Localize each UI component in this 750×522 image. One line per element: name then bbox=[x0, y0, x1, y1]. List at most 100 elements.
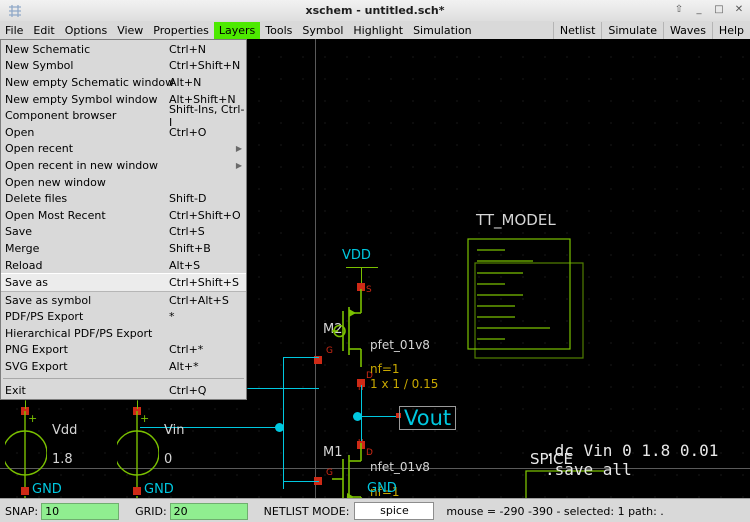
menu-entry-component-browser[interactable]: Component browser Shift-Ins, Ctrl-I bbox=[1, 103, 246, 129]
vin-source-name[interactable]: Vin bbox=[164, 423, 184, 438]
menu-simulate[interactable]: Simulate bbox=[601, 21, 663, 39]
tt-model-symbol[interactable] bbox=[465, 234, 590, 364]
file-menu-dropdown[interactable]: New Schematic Ctrl+N New Symbol Ctrl+Shi… bbox=[0, 39, 247, 401]
vin-source-value[interactable]: 0 bbox=[164, 452, 172, 467]
nmos-model-label[interactable]: nfet_01v8 bbox=[370, 460, 430, 474]
menu-entry-label: Open recent bbox=[5, 142, 74, 156]
net-label-vdd[interactable]: VDD bbox=[342, 248, 371, 263]
vdd-source-value[interactable]: 1.8 bbox=[52, 452, 73, 467]
minimize-button[interactable]: _ bbox=[692, 2, 706, 17]
menu-entry-accel: Ctrl+S bbox=[169, 225, 205, 239]
net-label-gnd-m1[interactable]: GND bbox=[367, 481, 397, 496]
pmos-symbol[interactable] bbox=[318, 289, 378, 379]
menu-entry-delete-files[interactable]: Delete files Shift-D bbox=[1, 190, 246, 207]
menu-entry-new-symbol[interactable]: New Symbol Ctrl+Shift+N bbox=[1, 58, 246, 75]
menu-entry-new-empty-schematic-window[interactable]: New empty Schematic window Alt+N bbox=[1, 74, 246, 91]
menu-netlist[interactable]: Netlist bbox=[552, 21, 601, 39]
menu-waves[interactable]: Waves bbox=[663, 21, 712, 39]
vout-branch-wire[interactable] bbox=[361, 416, 399, 417]
menu-entry-accel: Ctrl+N bbox=[169, 42, 207, 56]
menu-entry-accel: Ctrl+* bbox=[169, 343, 204, 357]
menu-edit[interactable]: Edit bbox=[28, 22, 59, 39]
netlist-mode-value[interactable]: spice bbox=[354, 502, 435, 520]
menu-entry-new-schematic[interactable]: New Schematic Ctrl+N bbox=[1, 41, 246, 58]
menu-entry-exit[interactable]: Exit Ctrl+Q bbox=[1, 382, 246, 399]
menu-simulation[interactable]: Simulation bbox=[408, 22, 477, 39]
menu-bar: File Edit Options View Properties Layers… bbox=[0, 21, 750, 40]
menu-bar-right: Netlist Simulate Waves Help bbox=[552, 21, 750, 39]
close-button[interactable]: ✕ bbox=[732, 2, 746, 17]
menu-layers[interactable]: Layers bbox=[213, 21, 261, 39]
menu-highlight[interactable]: Highlight bbox=[348, 22, 408, 39]
menu-symbol[interactable]: Symbol bbox=[297, 22, 348, 39]
menu-entry-accel: Ctrl+Q bbox=[169, 383, 207, 397]
menu-options[interactable]: Options bbox=[60, 22, 112, 39]
menu-entry-label: Open bbox=[5, 125, 35, 139]
menu-view[interactable]: View bbox=[112, 22, 148, 39]
menu-entry-save[interactable]: Save Ctrl+S bbox=[1, 224, 246, 241]
vdd-source-name[interactable]: Vdd bbox=[52, 423, 77, 438]
menu-entry-label: New empty Schematic window bbox=[5, 75, 175, 89]
submenu-arrow-icon: ▶ bbox=[235, 144, 242, 154]
menu-file[interactable]: File bbox=[0, 22, 28, 39]
menu-entry-accel: Shift-D bbox=[169, 192, 207, 206]
vdd-polarity-label: + bbox=[28, 412, 38, 425]
grid-input[interactable]: 20 bbox=[169, 502, 248, 520]
pmos-model-label[interactable]: pfet_01v8 bbox=[370, 338, 430, 352]
menu-entry-accel: Alt+N bbox=[169, 75, 202, 89]
menu-entry-label: Open new window bbox=[5, 175, 106, 189]
status-bar: SNAP: 10 GRID: 20 NETLIST MODE: spice mo… bbox=[0, 498, 750, 522]
menu-entry-label: Component browser bbox=[5, 109, 117, 123]
menu-entry-open-most-recent[interactable]: Open Most Recent Ctrl+Shift+O bbox=[1, 207, 246, 224]
menu-entry-label: New Schematic bbox=[5, 42, 91, 56]
menu-entry-label: Save bbox=[5, 225, 33, 239]
net-label-gnd-vdd[interactable]: GND bbox=[32, 482, 62, 497]
menu-entry-reload[interactable]: Reload Alt+S bbox=[1, 257, 246, 274]
menu-entry-label: Delete files bbox=[5, 192, 68, 206]
menu-entry-merge[interactable]: Merge Shift+B bbox=[1, 240, 246, 257]
spice-directive-save[interactable]: .save all bbox=[545, 460, 632, 479]
menu-entry-open-recent-in-new-window[interactable]: Open recent in new window ▶ bbox=[1, 157, 246, 174]
menu-entry-pdf-ps-export[interactable]: PDF/PS Export * bbox=[1, 309, 246, 326]
net-label-gnd-vin[interactable]: GND bbox=[144, 482, 174, 497]
vin-polarity-label: + bbox=[140, 412, 150, 425]
vin-drop-wire[interactable] bbox=[283, 427, 284, 489]
menu-entry-label: Save as bbox=[5, 276, 48, 290]
snap-input[interactable]: 10 bbox=[41, 502, 120, 520]
title-bar: xschem - untitled.sch* ⇧ _ □ ✕ bbox=[0, 0, 750, 22]
menu-entry-save-as[interactable]: Save as Ctrl+Shift+S bbox=[1, 273, 246, 292]
snap-label: SNAP: bbox=[5, 504, 39, 518]
menu-entry-label: Merge bbox=[5, 241, 40, 255]
pmos-gate-wire[interactable] bbox=[283, 357, 319, 358]
pmos-nf-label[interactable]: nf=1 bbox=[370, 362, 400, 376]
tt-model-title[interactable]: TT_MODEL bbox=[476, 211, 556, 229]
menu-entry-open[interactable]: Open Ctrl+O bbox=[1, 124, 246, 141]
menu-entry-open-new-window[interactable]: Open new window bbox=[1, 174, 246, 191]
maximize-button[interactable]: □ bbox=[712, 2, 726, 17]
menu-entry-label: PNG Export bbox=[5, 343, 68, 357]
menu-entry-accel: Ctrl+Shift+S bbox=[169, 276, 239, 290]
menu-tools[interactable]: Tools bbox=[260, 22, 297, 39]
vin-source-minus-pin[interactable] bbox=[133, 487, 141, 495]
netlist-mode-label: NETLIST MODE: bbox=[263, 504, 350, 518]
menu-entry-svg-export[interactable]: SVG Export Alt+* bbox=[1, 358, 246, 375]
menu-entry-label: Open recent in new window bbox=[5, 158, 159, 172]
shade-button[interactable]: ⇧ bbox=[672, 2, 686, 17]
menu-entry-png-export[interactable]: PNG Export Ctrl+* bbox=[1, 342, 246, 359]
vdd-source-minus-pin[interactable] bbox=[21, 487, 29, 495]
spice-directive-dc[interactable]: .dc Vin 0 1.8 0.01 bbox=[545, 441, 718, 460]
window-title: xschem - untitled.sch* bbox=[305, 4, 445, 17]
menu-entry-open-recent[interactable]: Open recent ▶ bbox=[1, 141, 246, 158]
menu-entry-label: Hierarchical PDF/PS Export bbox=[5, 326, 153, 340]
menu-entry-hierarchical-pdf-ps-export[interactable]: Hierarchical PDF/PS Export bbox=[1, 325, 246, 342]
menu-help[interactable]: Help bbox=[711, 21, 750, 39]
menu-entry-accel: Shift+B bbox=[169, 241, 211, 255]
net-label-vout[interactable]: Vout bbox=[399, 406, 457, 430]
menu-properties[interactable]: Properties bbox=[148, 22, 214, 39]
window-controls: ⇧ _ □ ✕ bbox=[672, 2, 746, 17]
pmos-size-label[interactable]: 1 x 1 / 0.15 bbox=[370, 377, 438, 391]
nmos-gate-wire[interactable] bbox=[283, 481, 319, 482]
vin-source-wire[interactable] bbox=[140, 427, 284, 428]
menu-entry-save-as-symbol[interactable]: Save as symbol Ctrl+Alt+S bbox=[1, 292, 246, 309]
menu-entry-accel: Alt+* bbox=[169, 360, 199, 374]
